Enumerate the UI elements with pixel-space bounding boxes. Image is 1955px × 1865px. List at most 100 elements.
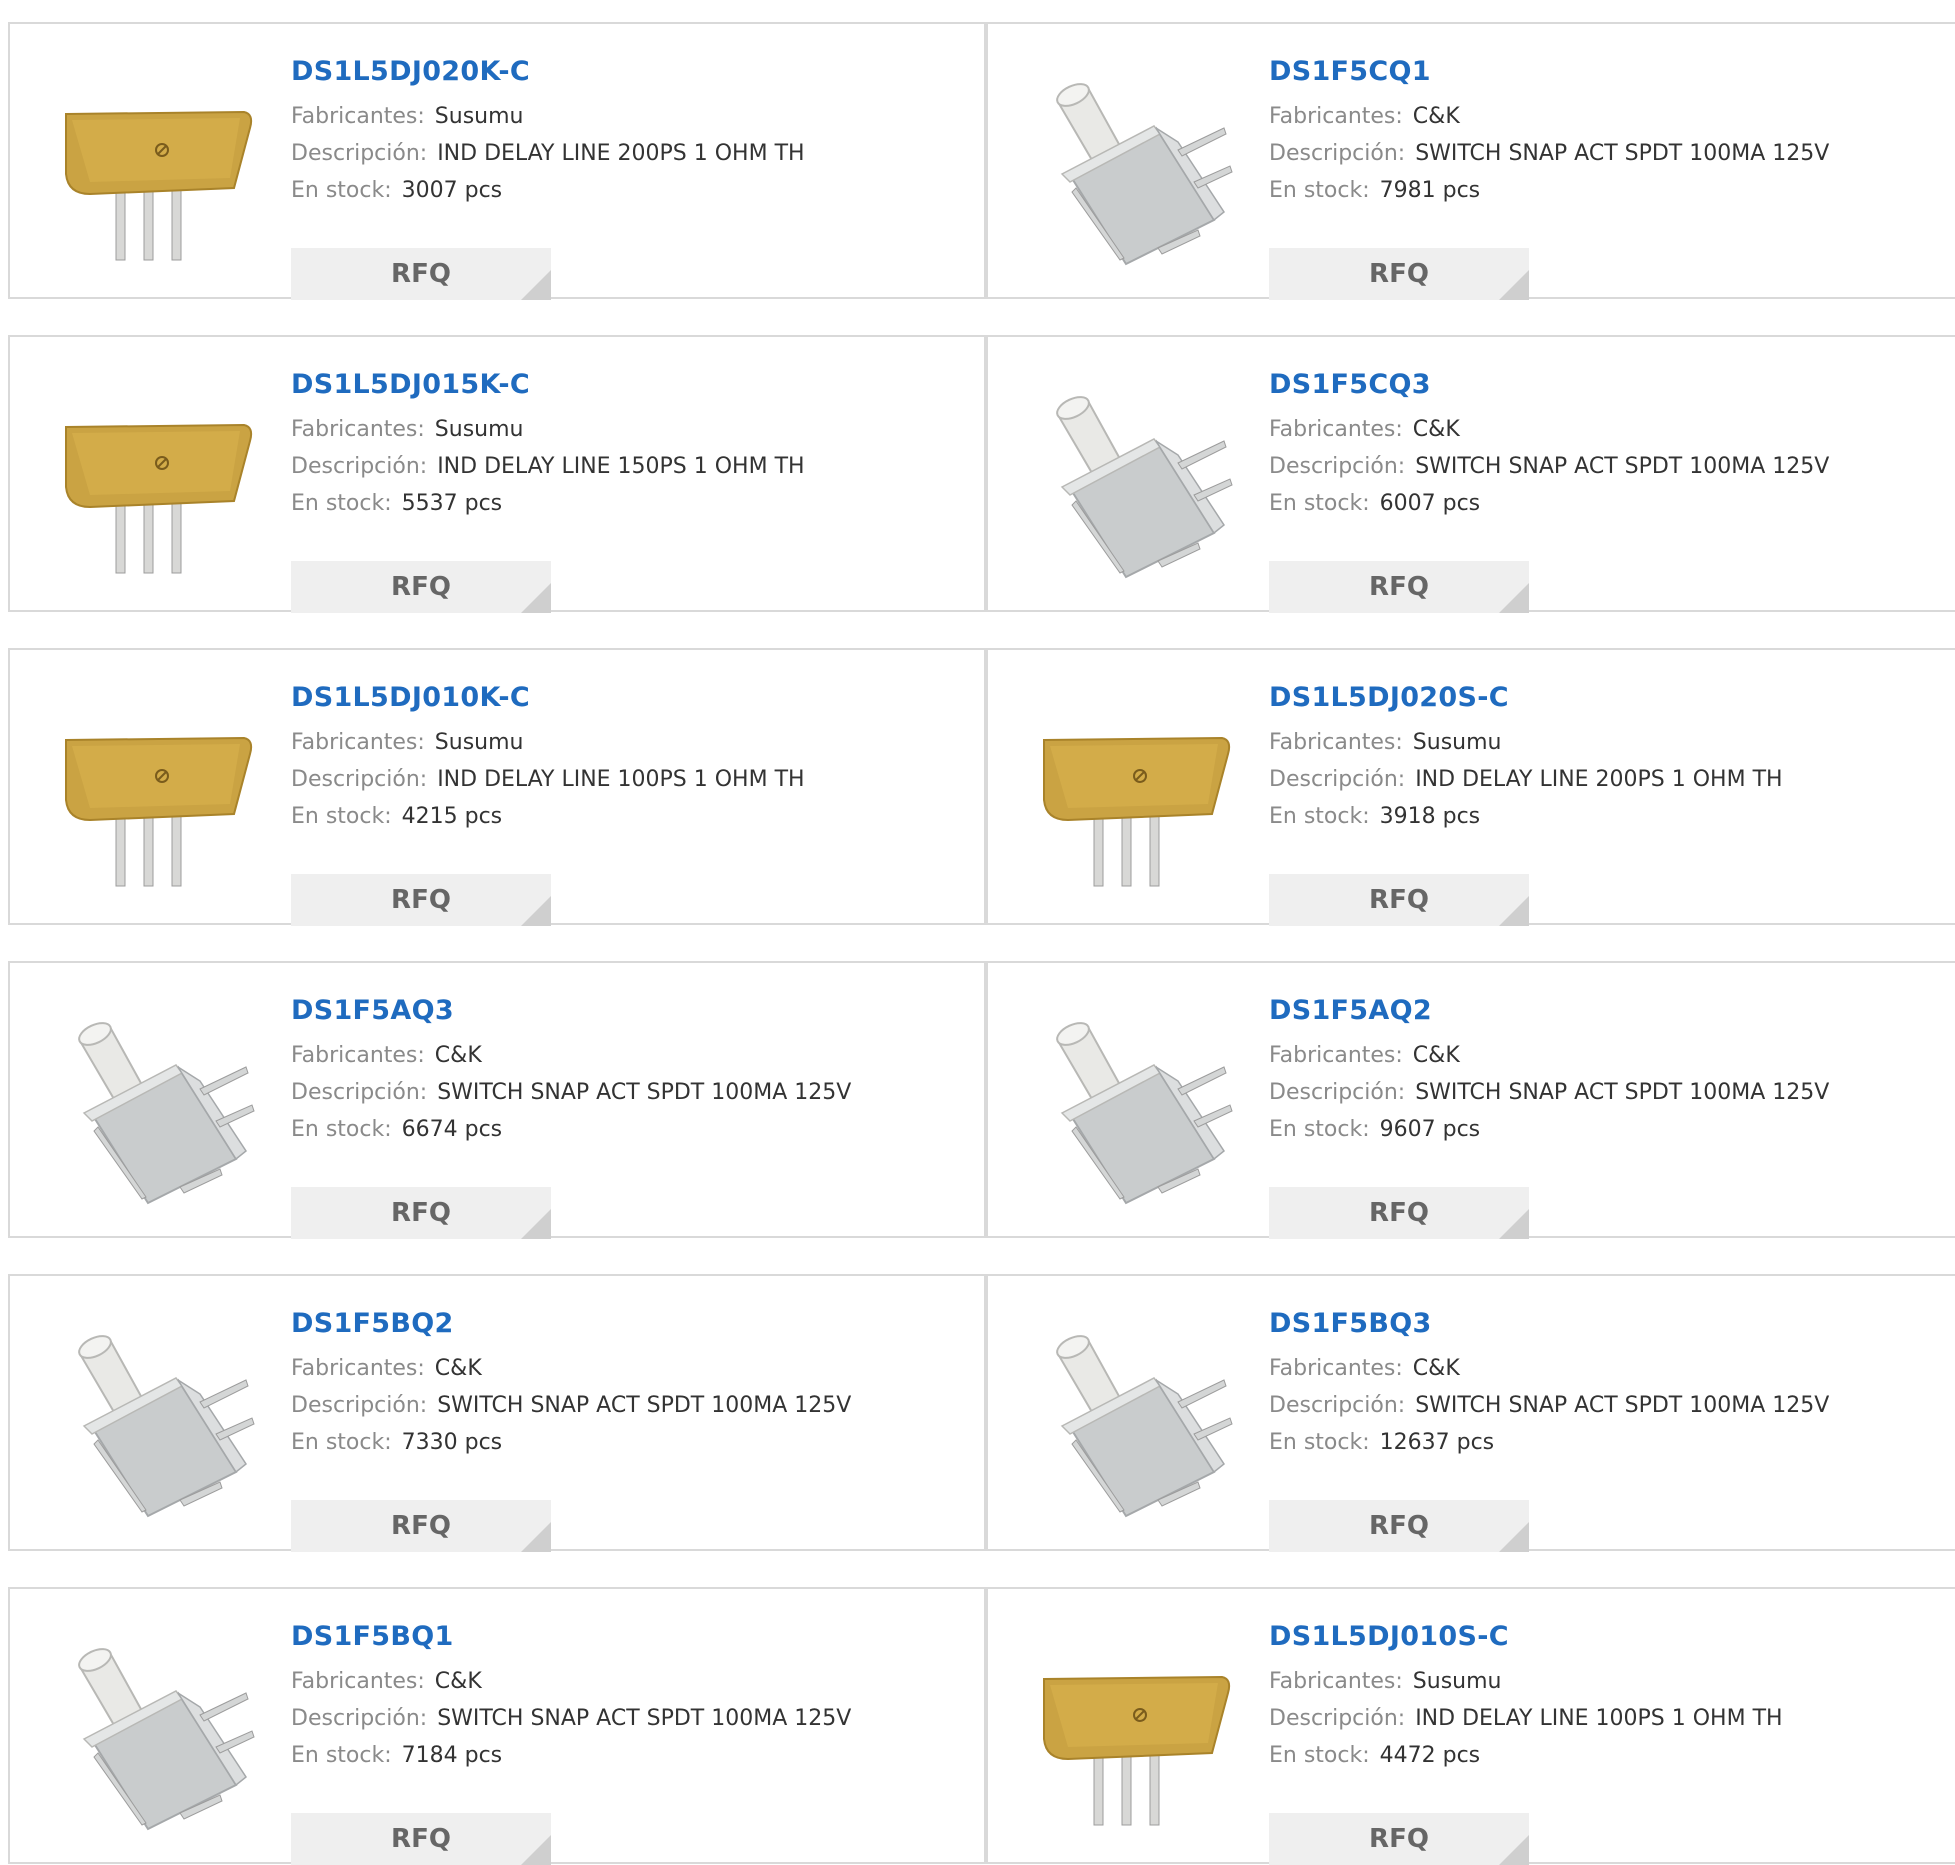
manufacturer-label: Fabricantes:	[291, 1356, 425, 1381]
product-image[interactable]	[50, 1627, 260, 1837]
product-image[interactable]	[50, 1001, 260, 1211]
manufacturer-value: Susumu	[1412, 1669, 1502, 1694]
product-image[interactable]	[1028, 1001, 1238, 1211]
rfq-button[interactable]: RFQ	[1269, 1187, 1529, 1239]
corner-triangle-icon	[521, 1209, 551, 1239]
rfq-button[interactable]: RFQ	[291, 1500, 551, 1552]
rfq-button[interactable]: RFQ	[1269, 1500, 1529, 1552]
rfq-button[interactable]: RFQ	[291, 561, 551, 613]
part-number-link[interactable]: DS1L5DJ010S-C	[1269, 1617, 1783, 1657]
product-card-ds1f5cq3: DS1F5CQ3 Fabricantes: C&K Descripción: SWI…	[986, 335, 1955, 613]
rfq-button[interactable]: RFQ	[291, 248, 551, 300]
stock-value: 5537 pcs	[401, 491, 503, 516]
description-value: IND DELAY LINE 100PS 1 OHM TH	[1415, 1706, 1783, 1731]
stock-row: En stock: 3007 pcs	[291, 172, 805, 209]
part-number-link[interactable]: DS1F5CQ3	[1269, 365, 1829, 405]
stock-value: 3007 pcs	[401, 178, 503, 203]
rfq-button[interactable]: RFQ	[1269, 248, 1529, 300]
product-image[interactable]	[1028, 688, 1238, 898]
part-number-link[interactable]: DS1L5DJ010K-C	[291, 678, 805, 718]
manufacturer-row: Fabricantes: C&K	[1269, 98, 1829, 135]
stock-row: En stock: 6674 pcs	[291, 1111, 851, 1148]
part-number-link[interactable]: DS1F5BQ3	[1269, 1304, 1829, 1344]
corner-triangle-icon	[521, 1522, 551, 1552]
rfq-label: RFQ	[1369, 572, 1429, 602]
rfq-button[interactable]: RFQ	[291, 874, 551, 926]
rfq-button[interactable]: RFQ	[1269, 874, 1529, 926]
rfq-button[interactable]: RFQ	[1269, 561, 1529, 613]
product-info: DS1F5BQ1 Fabricantes: C&K Descripción: SWI…	[291, 1617, 851, 1865]
product-image[interactable]	[1028, 62, 1238, 272]
rfq-label: RFQ	[1369, 1198, 1429, 1228]
product-image[interactable]	[50, 1314, 260, 1524]
manufacturer-label: Fabricantes:	[291, 104, 425, 129]
part-number-link[interactable]: DS1F5BQ2	[291, 1304, 851, 1344]
product-image[interactable]	[50, 375, 260, 585]
stock-row: En stock: 5537 pcs	[291, 485, 805, 522]
product-info: DS1L5DJ020K-C Fabricantes: Susumu Descrip…	[291, 52, 805, 300]
stock-value: 9607 pcs	[1379, 1117, 1481, 1142]
description-label: Descripción:	[1269, 454, 1406, 479]
stock-label: En stock:	[291, 491, 392, 516]
part-number-link[interactable]: DS1L5DJ015K-C	[291, 365, 805, 405]
stock-label: En stock:	[291, 178, 392, 203]
stock-row: En stock: 4472 pcs	[1269, 1737, 1783, 1774]
product-card-ds1l5dj020k-c: DS1L5DJ020K-C Fabricantes: Susumu Descrip…	[8, 22, 986, 300]
manufacturer-value: Susumu	[434, 730, 524, 755]
stock-value: 6007 pcs	[1379, 491, 1481, 516]
product-card-ds1f5bq1: DS1F5BQ1 Fabricantes: C&K Descripción: SWI…	[8, 1587, 986, 1865]
manufacturer-row: Fabricantes: C&K	[1269, 411, 1829, 448]
description-value: IND DELAY LINE 150PS 1 OHM TH	[437, 454, 805, 479]
rfq-label: RFQ	[391, 1511, 451, 1541]
description-row: Descripción: IND DELAY LINE 100PS 1 OHM T…	[1269, 1700, 1783, 1737]
part-number-link[interactable]: DS1L5DJ020K-C	[291, 52, 805, 92]
manufacturer-label: Fabricantes:	[291, 417, 425, 442]
manufacturer-row: Fabricantes: Susumu	[291, 411, 805, 448]
stock-label: En stock:	[1269, 178, 1370, 203]
product-info: DS1F5CQ1 Fabricantes: C&K Descripción: SWI…	[1269, 52, 1829, 300]
product-image[interactable]	[1028, 1314, 1238, 1524]
stock-row: En stock: 9607 pcs	[1269, 1111, 1829, 1148]
manufacturer-label: Fabricantes:	[1269, 1356, 1403, 1381]
part-number-link[interactable]: DS1F5AQ2	[1269, 991, 1829, 1031]
description-label: Descripción:	[1269, 1080, 1406, 1105]
delay-line-image	[1043, 1675, 1231, 1826]
part-number-link[interactable]: DS1F5CQ1	[1269, 52, 1829, 92]
rfq-label: RFQ	[1369, 1824, 1429, 1854]
manufacturer-value: Susumu	[434, 104, 524, 129]
rfq-button[interactable]: RFQ	[291, 1813, 551, 1865]
product-image[interactable]	[1028, 1627, 1238, 1837]
part-number-link[interactable]: DS1F5BQ1	[291, 1617, 851, 1657]
stock-label: En stock:	[291, 1743, 392, 1768]
stock-value: 7184 pcs	[401, 1743, 503, 1768]
delay-line-image	[1043, 736, 1231, 887]
product-info: DS1F5AQ2 Fabricantes: C&K Descripción: SWI…	[1269, 991, 1829, 1239]
manufacturer-value: C&K	[1412, 104, 1460, 129]
snap-switch-image	[1056, 396, 1233, 579]
description-label: Descripción:	[291, 141, 428, 166]
part-number-link[interactable]: DS1L5DJ020S-C	[1269, 678, 1783, 718]
manufacturer-row: Fabricantes: Susumu	[1269, 724, 1783, 761]
snap-switch-image	[78, 1022, 255, 1205]
product-info: DS1F5AQ3 Fabricantes: C&K Descripción: SWI…	[291, 991, 851, 1239]
rfq-button[interactable]: RFQ	[1269, 1813, 1529, 1865]
delay-line-image	[65, 423, 253, 574]
corner-triangle-icon	[1499, 1522, 1529, 1552]
product-info: DS1F5BQ2 Fabricantes: C&K Descripción: SWI…	[291, 1304, 851, 1552]
rfq-button[interactable]: RFQ	[291, 1187, 551, 1239]
product-image[interactable]	[50, 62, 260, 272]
product-card-ds1f5cq1: DS1F5CQ1 Fabricantes: C&K Descripción: SWI…	[986, 22, 1955, 300]
manufacturer-value: C&K	[1412, 1043, 1460, 1068]
part-number-link[interactable]: DS1F5AQ3	[291, 991, 851, 1031]
description-value: IND DELAY LINE 100PS 1 OHM TH	[437, 767, 805, 792]
stock-label: En stock:	[291, 1430, 392, 1455]
stock-value: 4472 pcs	[1379, 1743, 1481, 1768]
product-image[interactable]	[1028, 375, 1238, 585]
stock-row: En stock: 3918 pcs	[1269, 798, 1783, 835]
stock-value: 7330 pcs	[401, 1430, 503, 1455]
snap-switch-image	[1056, 1022, 1233, 1205]
product-image[interactable]	[50, 688, 260, 898]
rfq-label: RFQ	[391, 572, 451, 602]
description-label: Descripción:	[1269, 1393, 1406, 1418]
description-value: SWITCH SNAP ACT SPDT 100MA 125V	[1415, 1393, 1830, 1418]
